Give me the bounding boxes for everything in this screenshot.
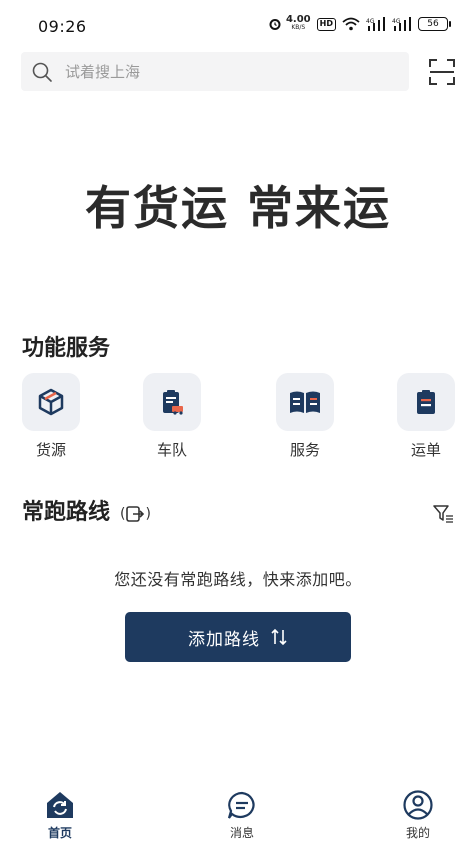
signal-icon-2: 4G: [392, 17, 412, 31]
profile-icon: [403, 790, 433, 820]
nav-label: 我的: [405, 826, 430, 840]
services-grid: 货源 车队 服务 运单: [0, 373, 476, 463]
services-title: 功能服务: [22, 336, 111, 361]
routes-title: 常跑路线: [22, 500, 111, 525]
wifi-icon: [342, 17, 360, 31]
filter-icon: [433, 505, 453, 523]
route-arrows-icon: [271, 628, 287, 646]
home-icon: [47, 792, 73, 818]
status-bar: 09:26 4.00 KB/S HD 4G 4G 56: [0, 0, 476, 54]
book-icon: [290, 391, 320, 413]
scan-button[interactable]: [426, 56, 458, 88]
add-route-button[interactable]: 添加路线: [125, 612, 351, 662]
service-item-waybill[interactable]: 运单: [396, 373, 456, 460]
hd-badge: HD: [316, 17, 336, 31]
cube-icon: [38, 388, 64, 416]
slogan: 有货运 常来运: [84, 181, 391, 235]
search-box[interactable]: [21, 52, 409, 91]
nav-label: 消息: [229, 826, 254, 840]
routes-header: 常跑路线 ( ): [22, 494, 151, 526]
nav-label: 首页: [47, 826, 72, 840]
nav-profile[interactable]: 我的: [388, 790, 448, 841]
service-item-fleet[interactable]: 车队: [142, 373, 202, 460]
switch-icon: [126, 506, 145, 522]
status-time: 09:26: [38, 17, 87, 36]
search-icon: [32, 62, 52, 82]
service-label: 货源: [35, 441, 66, 459]
service-item-service[interactable]: 服务: [275, 373, 335, 460]
empty-routes-text: 您还没有常跑路线，快来添加吧。: [114, 570, 362, 589]
scan-icon: [429, 59, 455, 85]
bottom-nav: 首页 消息 我的: [0, 780, 476, 850]
clipboard-truck-icon: [163, 390, 183, 415]
status-icons: 4.00 KB/S HD 4G 4G 56: [268, 14, 451, 32]
nav-messages[interactable]: 消息: [212, 790, 272, 841]
service-label: 运单: [410, 441, 441, 459]
service-label: 车队: [156, 441, 187, 459]
service-label: 服务: [289, 441, 320, 459]
search-input[interactable]: [65, 62, 365, 81]
message-icon: [227, 791, 255, 819]
signal-icon-1: 4G: [366, 17, 386, 31]
nav-home[interactable]: 首页: [30, 790, 90, 841]
battery-icon: 56: [418, 17, 451, 31]
filter-button[interactable]: [432, 502, 456, 526]
clipboard-icon: [417, 390, 435, 414]
net-speed: 4.00 KB/S: [285, 14, 311, 32]
route-switch-button[interactable]: ( ): [120, 505, 151, 523]
service-item-goods[interactable]: 货源: [21, 373, 81, 460]
alarm-icon: [268, 17, 282, 31]
add-route-label: 添加路线: [188, 629, 260, 650]
